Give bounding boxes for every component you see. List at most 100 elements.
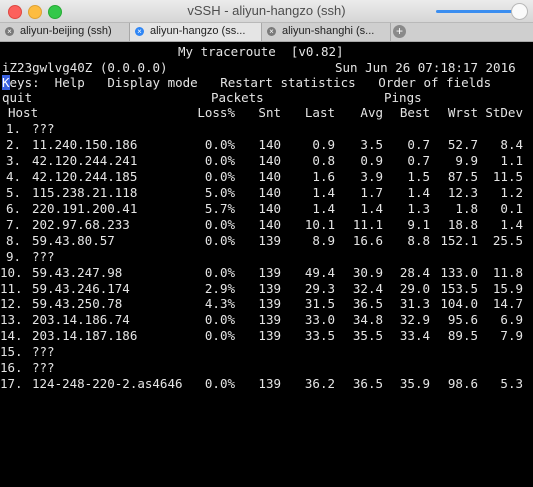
hop-avg: 3.9 bbox=[360, 168, 383, 184]
col-last-header: Last bbox=[304, 105, 335, 120]
hop-host: 220.191.200.41 bbox=[32, 200, 138, 216]
hop-best: 35.9 bbox=[399, 376, 430, 392]
hop-last: 1.4 bbox=[312, 184, 335, 200]
opacity-slider-track[interactable] bbox=[436, 10, 516, 13]
hop-snt: 140 bbox=[258, 152, 281, 168]
hop-stdev: 5.3 bbox=[500, 376, 523, 392]
hop-host: 11.240.150.186 bbox=[32, 137, 138, 152]
hop-avg: 16.6 bbox=[352, 232, 383, 248]
hop-last: 33.5 bbox=[304, 328, 335, 344]
hop-number: 16. bbox=[0, 360, 23, 376]
hop-best: 0.7 bbox=[407, 152, 430, 168]
hop-snt: 139 bbox=[258, 328, 281, 344]
col-avg-header: Avg bbox=[360, 105, 383, 120]
hop-loss: 5.7% bbox=[204, 200, 235, 216]
hop-snt: 139 bbox=[258, 312, 281, 328]
add-tab-icon[interactable]: + bbox=[393, 25, 406, 38]
hop-best: 0.7 bbox=[407, 137, 430, 152]
col-snt-header: Snt bbox=[258, 105, 281, 120]
hop-loss: 4.3% bbox=[204, 296, 235, 312]
hop-avg: 1.7 bbox=[360, 184, 383, 200]
hop-loss: 2.9% bbox=[204, 280, 235, 296]
hop-stdev: 0.1 bbox=[500, 200, 523, 216]
hop-wrst: 152.1 bbox=[440, 232, 478, 248]
hop-snt: 140 bbox=[258, 137, 281, 152]
hop-wrst: 133.0 bbox=[440, 264, 478, 280]
hop-host: 203.14.186.74 bbox=[32, 312, 130, 328]
hop-number: 14. bbox=[0, 328, 23, 344]
close-tab-icon[interactable]: × bbox=[135, 27, 144, 36]
hop-host: 42.120.244.185 bbox=[32, 168, 138, 184]
hop-number: 6. bbox=[5, 200, 21, 216]
terminal-screen[interactable]: My traceroute [v0.82] iZ23gwlvg40Z (0.0.… bbox=[0, 42, 533, 487]
hop-wrst: 12.3 bbox=[447, 184, 478, 200]
hop-last: 0.9 bbox=[312, 137, 335, 152]
hop-best: 1.3 bbox=[407, 200, 430, 216]
hop-host: ??? bbox=[32, 248, 55, 264]
hop-wrst: 1.8 bbox=[455, 200, 478, 216]
hop-number: 2. bbox=[5, 137, 21, 152]
datetime: Sun Jun 26 07:18:17 2016 bbox=[335, 60, 516, 75]
hop-last: 1.4 bbox=[312, 200, 335, 216]
hop-stdev: 11.5 bbox=[492, 168, 523, 184]
hop-last: 31.5 bbox=[304, 296, 335, 312]
hop-number: 11. bbox=[0, 280, 23, 296]
hop-wrst: 9.9 bbox=[455, 152, 478, 168]
hop-last: 1.6 bbox=[312, 168, 335, 184]
close-tab-icon[interactable]: × bbox=[5, 27, 14, 36]
keys-text: eys: Help Display mode Restart statistic… bbox=[9, 75, 492, 90]
hop-loss: 0.0% bbox=[204, 328, 235, 344]
hop-stdev: 25.5 bbox=[492, 232, 523, 248]
hop-avg: 30.9 bbox=[352, 264, 383, 280]
opacity-slider-knob[interactable] bbox=[511, 3, 528, 20]
tab-aliyun-beijing[interactable]: × aliyun-beijing (ssh) bbox=[0, 23, 130, 41]
hop-number: 7. bbox=[5, 216, 21, 232]
tab-aliyun-shanghi[interactable]: × aliyun-shanghi (s... bbox=[262, 23, 391, 41]
hop-stdev: 15.9 bbox=[492, 280, 523, 296]
hop-avg: 35.5 bbox=[352, 328, 383, 344]
col-stdev-header: StDev bbox=[485, 105, 523, 120]
hop-number: 10. bbox=[0, 264, 23, 280]
hop-stdev: 1.4 bbox=[500, 216, 523, 232]
hop-avg: 36.5 bbox=[352, 296, 383, 312]
hop-host: 42.120.244.241 bbox=[32, 152, 138, 168]
hop-host: 202.97.68.233 bbox=[32, 216, 130, 232]
hop-loss: 0.0% bbox=[204, 168, 235, 184]
hop-last: 49.4 bbox=[304, 264, 335, 280]
host-line: iZ23gwlvg40Z (0.0.0.0) bbox=[2, 60, 168, 75]
hop-number: 12. bbox=[0, 296, 23, 312]
hop-loss: 0.0% bbox=[204, 312, 235, 328]
hop-last: 8.9 bbox=[312, 232, 335, 248]
hop-number: 8. bbox=[5, 232, 21, 248]
tab-aliyun-hangzo[interactable]: × aliyun-hangzo (ss... bbox=[130, 23, 262, 41]
col-loss-header: Loss% bbox=[197, 105, 235, 120]
title-bar[interactable]: vSSH - aliyun-hangzo (ssh) bbox=[0, 0, 533, 23]
hop-stdev: 1.1 bbox=[500, 152, 523, 168]
hop-snt: 139 bbox=[258, 280, 281, 296]
hop-stdev: 8.4 bbox=[500, 137, 523, 152]
hop-snt: 139 bbox=[258, 232, 281, 248]
tab-label: aliyun-hangzo (ss... bbox=[150, 25, 246, 37]
hop-loss: 0.0% bbox=[204, 152, 235, 168]
hop-loss: 0.0% bbox=[204, 216, 235, 232]
hop-snt: 139 bbox=[258, 376, 281, 392]
vssh-window: vSSH - aliyun-hangzo (ssh) × aliyun-beij… bbox=[0, 0, 533, 487]
hop-host: 124-248-220-2.as4646 bbox=[32, 376, 183, 392]
col-wrst-header: Wrst bbox=[447, 105, 478, 120]
hop-wrst: 104.0 bbox=[440, 296, 478, 312]
hop-avg: 1.4 bbox=[360, 200, 383, 216]
hop-avg: 0.9 bbox=[360, 152, 383, 168]
tab-bar: × aliyun-beijing (ssh) × aliyun-hangzo (… bbox=[0, 23, 533, 42]
hop-best: 29.0 bbox=[399, 280, 430, 296]
close-tab-icon[interactable]: × bbox=[267, 27, 276, 36]
hop-last: 33.0 bbox=[304, 312, 335, 328]
hop-wrst: 95.6 bbox=[447, 312, 478, 328]
hop-host: 115.238.21.118 bbox=[32, 184, 138, 200]
hop-loss: 5.0% bbox=[204, 184, 235, 200]
hop-snt: 140 bbox=[258, 184, 281, 200]
quit-text: quit bbox=[2, 90, 33, 105]
hop-host: ??? bbox=[32, 344, 55, 360]
hop-wrst: 98.6 bbox=[447, 376, 478, 392]
hop-host: 59.43.247.98 bbox=[32, 264, 123, 280]
hop-avg: 3.5 bbox=[360, 137, 383, 152]
